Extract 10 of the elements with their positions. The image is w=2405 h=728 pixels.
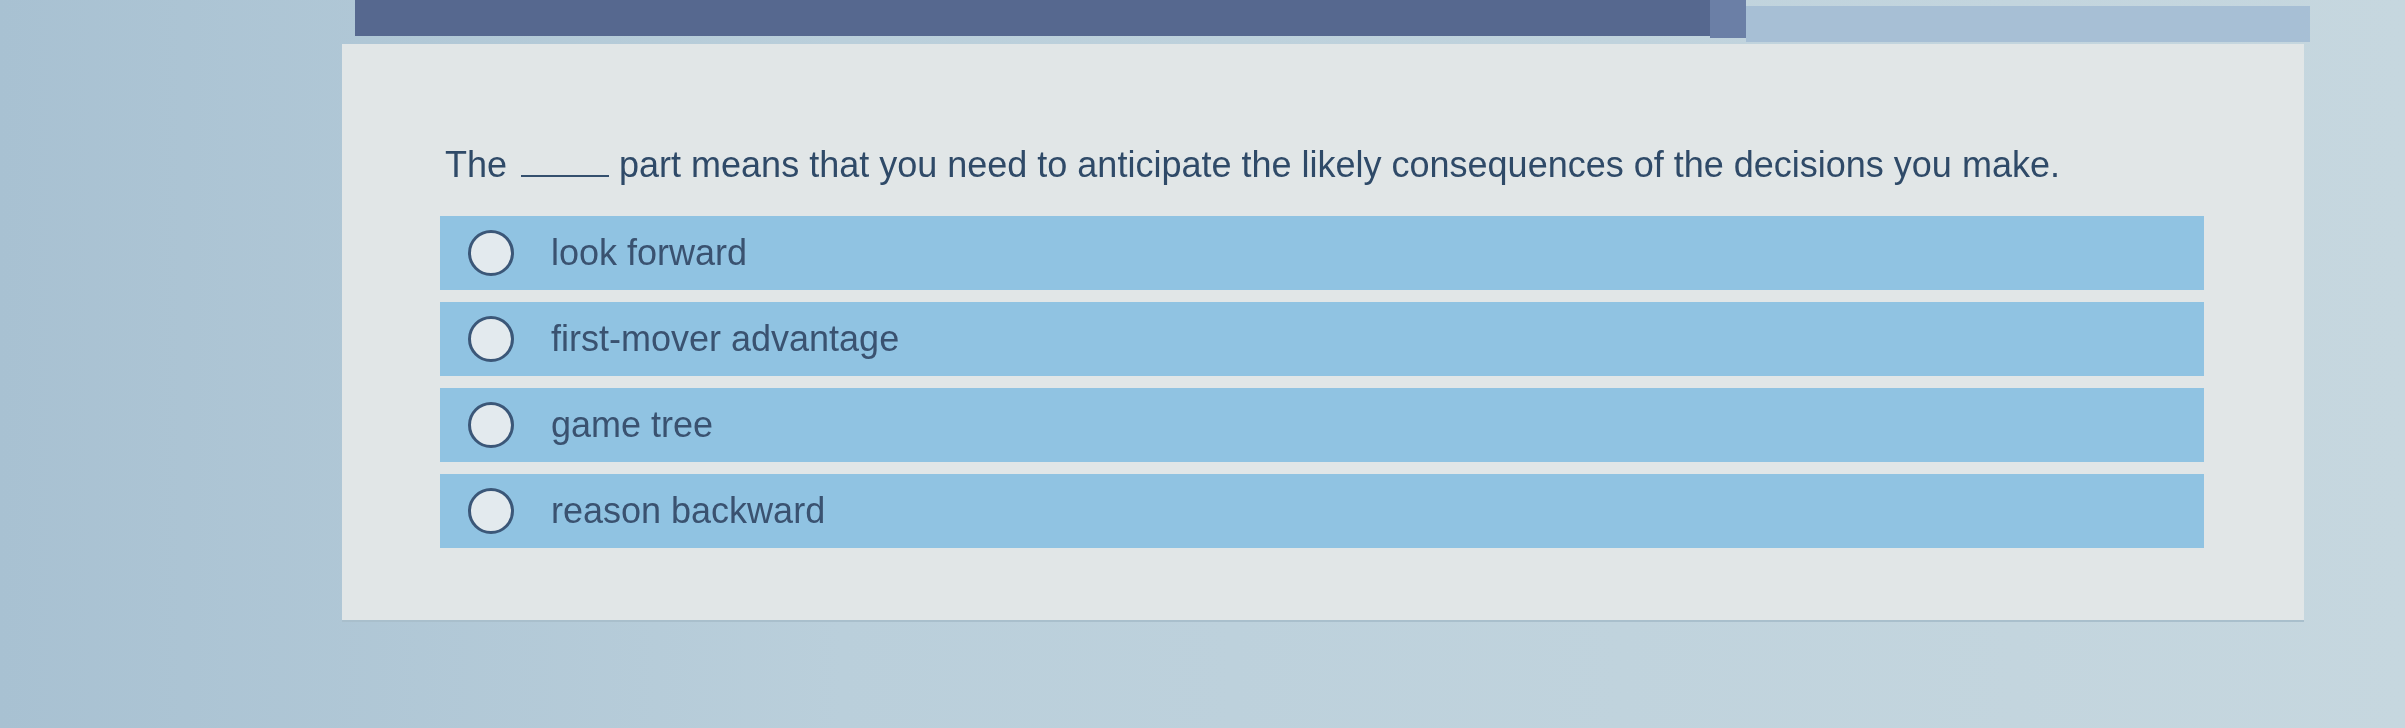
question-text: The <box>445 144 508 186</box>
radio-button-icon[interactable] <box>468 402 514 448</box>
answer-option[interactable]: look forward <box>440 216 2204 290</box>
answer-option[interactable]: first-mover advantage <box>440 302 2204 376</box>
radio-button-icon[interactable] <box>468 488 514 534</box>
answer-option[interactable]: reason backward <box>440 474 2204 548</box>
radio-button-icon[interactable] <box>468 230 514 276</box>
answer-option[interactable]: game tree <box>440 388 2204 462</box>
question-text: part means that you need to anticipate the likely consequences of the decisions you make. <box>619 144 2060 186</box>
radio-button-icon[interactable] <box>468 316 514 362</box>
